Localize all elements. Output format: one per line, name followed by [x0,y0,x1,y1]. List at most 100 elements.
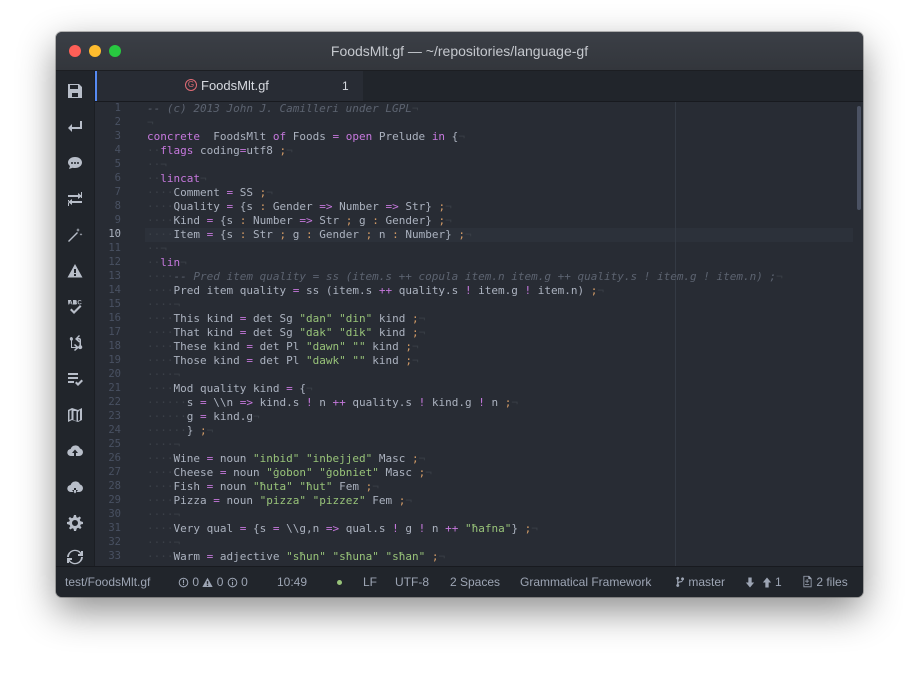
code-line[interactable]: ····Warm = adjective "sħun" "sħuna" "sħa… [147,550,445,564]
code-line[interactable]: -- (c) 2013 John J. Camilleri under LGPL… [147,102,419,116]
code-token: Fem [332,480,366,493]
code-line[interactable]: ····These kind = det Pl "dawn" "" kind ;… [147,340,419,354]
encoding[interactable]: UTF-8 [395,575,429,589]
code-line[interactable]: ······g = kind.g¬ [147,410,260,424]
code-line[interactable]: ······} ;¬ [147,424,213,438]
code-line[interactable]: ····Comment = SS ;¬ [147,186,273,200]
error-count: 0 [192,575,200,589]
code-line[interactable]: ····-- Pred item quality = ss (item.s ++… [147,270,783,284]
status-bar: test/FoodsMlt.gf 0 0 0 10:49 LF UTF-8 2 … [56,566,863,597]
code-line[interactable]: ··flags coding=utf8 ;¬ [147,144,293,158]
title-bar: FoodsMlt.gf — ~/repositories/language-gf [56,32,863,71]
code-token: "inbid" [253,452,300,465]
return-icon[interactable] [65,117,85,137]
code-token: Str [246,228,280,241]
save-icon[interactable] [65,81,85,101]
code-token: n [484,396,505,409]
code-token: "dawn" [305,340,346,353]
file-path[interactable]: test/FoodsMlt.gf [65,575,150,589]
code-token: g [352,214,373,227]
line-ending[interactable]: LF [363,575,377,589]
code-line[interactable]: ····¬ [147,508,180,522]
code-line[interactable]: ····Pred item quality = ss (item.s ++ qu… [147,284,604,298]
magic-wand-icon[interactable] [65,225,85,245]
code-token: Number} [398,228,459,241]
code-token: "sħan" [385,550,426,563]
code-line[interactable]: ····¬ [147,298,180,312]
tab-foodsmlt[interactable]: G FoodsMlt.gf 1 [95,71,363,101]
line-number: 30 [108,508,121,520]
code-token: ¬ [458,130,465,143]
code-line[interactable]: ······s = \\n => kind.s ! n ++ quality.s… [147,396,518,410]
code-line[interactable]: ¬ [147,116,154,130]
code-line[interactable]: ····Fish = noun "ħuta" "ħut" Fem ;¬ [147,480,379,494]
code-token: ···· [147,354,174,367]
code-line[interactable]: ····¬ [147,438,180,452]
code-line[interactable]: concrete FoodsMlt of Foods = open Prelud… [147,130,465,144]
comment-icon[interactable] [65,153,85,173]
git-branch[interactable]: master [675,575,725,589]
git-push-pull[interactable]: 1 [745,575,782,589]
code-token: ! [305,396,313,409]
code-line[interactable]: ····Mod quality kind = {¬ [147,382,313,396]
indent-icon[interactable] [65,189,85,209]
code-line[interactable]: ····Very qual = {s = \\g,n => qual.s ! g… [147,522,538,536]
code-token: ···· [147,284,174,297]
code-line[interactable]: ··¬ [147,242,167,256]
code-token: ···· [147,494,174,507]
code-line[interactable]: ····Quality = {s : Gender => Number => S… [147,200,452,214]
code-line[interactable]: ····¬ [147,368,180,382]
code-token: det Sg [246,312,300,325]
code-token: ···· [147,312,174,325]
tool-bar [56,71,95,566]
git-sync-icon[interactable] [65,333,85,353]
code-token: This kind [173,312,240,325]
code-token: noun [226,466,267,479]
code-token: open [345,130,373,143]
code-line[interactable]: ····¬ [147,536,180,550]
line-number: 11 [108,242,121,254]
code-line[interactable]: ····Item = {s : Str ; g : Gender ; n : N… [147,228,472,242]
cloud-upload-icon[interactable] [65,441,85,461]
code-line[interactable]: ··¬ [147,158,167,172]
map-icon[interactable] [65,405,85,425]
spellcheck-icon[interactable] [65,297,85,317]
code-line[interactable]: ··lincat¬ [147,172,207,186]
code-token: ···· [147,186,174,199]
code-lines[interactable]: -- (c) 2013 John J. Camilleri under LGPL… [147,102,857,566]
indentation[interactable]: 2 Spaces [450,575,500,589]
grammar-selector[interactable]: Grammatical Framework [520,575,651,589]
vertical-scrollbar[interactable] [857,106,861,210]
code-line[interactable]: ····Those kind = det Pl "dawk" "" kind ;… [147,354,419,368]
code-token: ¬ [445,200,452,213]
code-token: => [319,200,333,213]
code-line[interactable]: ····This kind = det Sg "dan" "din" kind … [147,312,425,326]
code-token: -- (c) 2013 John J. Camilleri under LGPL [147,102,412,115]
refresh-icon[interactable] [65,547,85,567]
code-token: { [445,130,459,143]
cloud-download-icon[interactable] [65,477,85,497]
line-number: 23 [108,410,121,422]
code-token: ! [464,284,472,297]
checklist-icon[interactable] [65,369,85,389]
code-token: ···· [147,326,174,339]
code-editor[interactable]: 1 2 3 4 5 6 7 8 9 10 11 12 13 14 15 16 17 18 19 20 21 22 23 24 2… [95,102,863,566]
code-token: ¬ [438,550,446,563]
code-line[interactable]: ····That kind = det Sg "dak" "dik" kind … [147,326,425,340]
code-line[interactable]: ····Pizza = noun "pizza" "pizzez" Fem ;¬ [147,494,412,508]
code-token: Pred item quality [173,284,293,297]
code-line[interactable]: ····Wine = noun "inbid" "inbejjed" Masc … [147,452,425,466]
gear-icon[interactable] [65,513,85,533]
cursor-position[interactable]: 10:49 [277,575,307,589]
diagnostics-summary[interactable]: 0 0 0 [178,575,248,589]
code-token: n [425,522,446,535]
line-number: 14 [108,284,121,296]
code-token: ++ [378,284,393,297]
code-line[interactable]: ····Kind = {s : Number => Str ; g : Gend… [147,214,452,228]
code-line[interactable]: ··lin¬ [147,256,187,270]
code-line[interactable]: ····Cheese = noun "ġobon" "ġobniet" Masc… [147,466,432,480]
line-number: 24 [108,424,121,436]
changed-files[interactable]: 2 files [802,575,848,589]
code-token: det Sg [246,326,300,339]
warning-icon[interactable] [65,261,85,281]
